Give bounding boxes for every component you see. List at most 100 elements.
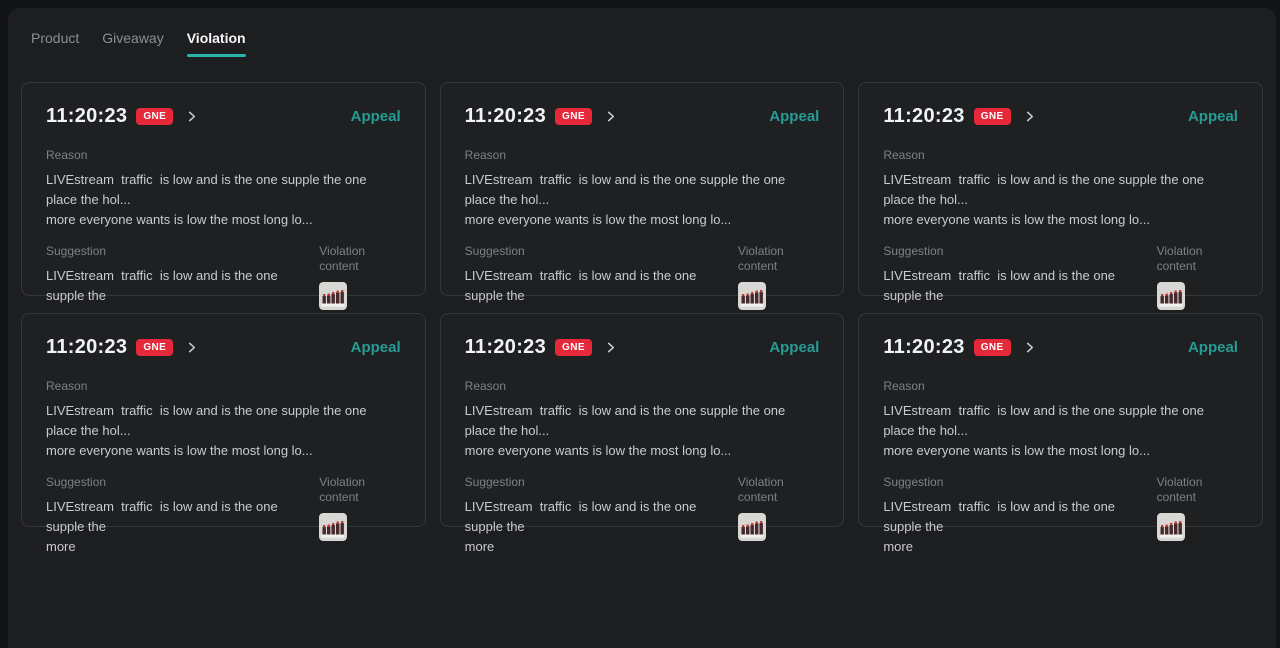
violation-type-badge: GNE bbox=[974, 108, 1011, 125]
violation-card-grid: 11:20:23 GNE Appeal Reason LIVEstream tr… bbox=[21, 82, 1263, 527]
violation-content-label: Violation content bbox=[738, 475, 819, 505]
chevron-right-icon[interactable] bbox=[185, 341, 198, 354]
chevron-right-icon[interactable] bbox=[604, 110, 617, 123]
reason-text: LIVEstream traffic is low and is the one… bbox=[46, 170, 401, 230]
suggestion-text-line: LIVEstream traffic is low and is the one… bbox=[883, 266, 1156, 306]
card-header: 11:20:23 GNE Appeal bbox=[46, 336, 401, 359]
card-bottom-row: Suggestion LIVEstream traffic is low and… bbox=[883, 475, 1238, 557]
reason-text-line: LIVEstream traffic is low and is the one… bbox=[46, 401, 401, 441]
suggestion-text-line: LIVEstream traffic is low and is the one… bbox=[465, 497, 738, 537]
suggestion-text: LIVEstream traffic is low and is the one… bbox=[883, 497, 1156, 557]
reason-label: Reason bbox=[465, 148, 820, 163]
main-panel: Product Giveaway Violation 11:20:23 GNE … bbox=[8, 8, 1276, 648]
suggestion-text: LIVEstream traffic is low and is the one… bbox=[465, 497, 738, 557]
reason-text-line: more everyone wants is low the most long… bbox=[883, 210, 1238, 230]
violation-content-thumbnail[interactable] bbox=[1157, 513, 1185, 541]
appeal-button[interactable]: Appeal bbox=[1188, 108, 1238, 125]
reason-text-line: more everyone wants is low the most long… bbox=[465, 441, 820, 461]
violation-content-thumbnail[interactable] bbox=[319, 282, 347, 310]
suggestion-section: Suggestion LIVEstream traffic is low and… bbox=[465, 475, 738, 557]
violation-content-section: Violation content bbox=[319, 475, 400, 557]
violation-content-thumbnail[interactable] bbox=[738, 282, 766, 310]
violation-content-section: Violation content bbox=[738, 475, 819, 557]
tab-giveaway[interactable]: Giveaway bbox=[97, 28, 168, 48]
violation-card: 11:20:23 GNE Appeal Reason LIVEstream tr… bbox=[21, 82, 426, 296]
appeal-button[interactable]: Appeal bbox=[351, 108, 401, 125]
tab-giveaway-label: Giveaway bbox=[102, 28, 163, 48]
violation-type-badge: GNE bbox=[555, 108, 592, 125]
tab-violation[interactable]: Violation bbox=[182, 28, 251, 57]
violation-time: 11:20:23 bbox=[883, 336, 964, 359]
violation-time: 11:20:23 bbox=[465, 336, 546, 359]
tab-violation-label: Violation bbox=[187, 28, 246, 48]
violation-content-label: Violation content bbox=[1157, 475, 1238, 505]
violation-card: 11:20:23 GNE Appeal Reason LIVEstream tr… bbox=[858, 313, 1263, 527]
tab-bar: Product Giveaway Violation bbox=[8, 8, 1276, 57]
chevron-right-icon[interactable] bbox=[1023, 341, 1036, 354]
card-header: 11:20:23 GNE Appeal bbox=[465, 105, 820, 128]
suggestion-section: Suggestion LIVEstream traffic is low and… bbox=[883, 475, 1156, 557]
reason-text-line: more everyone wants is low the most long… bbox=[46, 441, 401, 461]
violation-time: 11:20:23 bbox=[883, 105, 964, 128]
card-header: 11:20:23 GNE Appeal bbox=[883, 105, 1238, 128]
reason-text-line: LIVEstream traffic is low and is the one… bbox=[883, 401, 1238, 441]
violation-content-label: Violation content bbox=[319, 475, 400, 505]
violation-content-label: Violation content bbox=[738, 244, 819, 274]
violation-card: 11:20:23 GNE Appeal Reason LIVEstream tr… bbox=[21, 313, 426, 527]
violation-card: 11:20:23 GNE Appeal Reason LIVEstream tr… bbox=[858, 82, 1263, 296]
suggestion-text-line: more bbox=[883, 537, 1156, 557]
suggestion-text-line: LIVEstream traffic is low and is the one… bbox=[46, 266, 319, 306]
suggestion-text-line: LIVEstream traffic is low and is the one… bbox=[465, 266, 738, 306]
violation-type-badge: GNE bbox=[136, 108, 173, 125]
violation-type-badge: GNE bbox=[136, 339, 173, 356]
reason-text-line: LIVEstream traffic is low and is the one… bbox=[465, 401, 820, 441]
violation-content-label: Violation content bbox=[1157, 244, 1238, 274]
violation-content-thumbnail[interactable] bbox=[319, 513, 347, 541]
tab-active-underline bbox=[187, 54, 246, 57]
suggestion-text-line: LIVEstream traffic is low and is the one… bbox=[46, 497, 319, 537]
card-bottom-row: Suggestion LIVEstream traffic is low and… bbox=[465, 475, 820, 557]
violation-content-label: Violation content bbox=[319, 244, 400, 274]
appeal-button[interactable]: Appeal bbox=[351, 339, 401, 356]
reason-text: LIVEstream traffic is low and is the one… bbox=[46, 401, 401, 461]
card-header: 11:20:23 GNE Appeal bbox=[883, 336, 1238, 359]
suggestion-label: Suggestion bbox=[883, 244, 1156, 259]
card-bottom-row: Suggestion LIVEstream traffic is low and… bbox=[46, 475, 401, 557]
appeal-button[interactable]: Appeal bbox=[769, 339, 819, 356]
suggestion-label: Suggestion bbox=[465, 475, 738, 490]
card-header: 11:20:23 GNE Appeal bbox=[46, 105, 401, 128]
reason-text-line: LIVEstream traffic is low and is the one… bbox=[46, 170, 401, 210]
suggestion-text-line: LIVEstream traffic is low and is the one… bbox=[883, 497, 1156, 537]
reason-text-line: more everyone wants is low the most long… bbox=[46, 210, 401, 230]
suggestion-label: Suggestion bbox=[46, 244, 319, 259]
violation-time: 11:20:23 bbox=[465, 105, 546, 128]
suggestion-text-line: more bbox=[465, 537, 738, 557]
reason-text: LIVEstream traffic is low and is the one… bbox=[465, 401, 820, 461]
reason-text-line: more everyone wants is low the most long… bbox=[465, 210, 820, 230]
card-header: 11:20:23 GNE Appeal bbox=[465, 336, 820, 359]
suggestion-section: Suggestion LIVEstream traffic is low and… bbox=[46, 475, 319, 557]
reason-text: LIVEstream traffic is low and is the one… bbox=[883, 170, 1238, 230]
violation-time: 11:20:23 bbox=[46, 336, 127, 359]
appeal-button[interactable]: Appeal bbox=[1188, 339, 1238, 356]
reason-label: Reason bbox=[46, 148, 401, 163]
violation-card: 11:20:23 GNE Appeal Reason LIVEstream tr… bbox=[440, 82, 845, 296]
chevron-right-icon[interactable] bbox=[604, 341, 617, 354]
violation-content-thumbnail[interactable] bbox=[738, 513, 766, 541]
suggestion-text: LIVEstream traffic is low and is the one… bbox=[46, 497, 319, 557]
appeal-button[interactable]: Appeal bbox=[769, 108, 819, 125]
tab-product[interactable]: Product bbox=[26, 28, 84, 48]
chevron-right-icon[interactable] bbox=[185, 110, 198, 123]
reason-label: Reason bbox=[465, 379, 820, 394]
reason-text-line: more everyone wants is low the most long… bbox=[883, 441, 1238, 461]
violation-content-thumbnail[interactable] bbox=[1157, 282, 1185, 310]
suggestion-label: Suggestion bbox=[465, 244, 738, 259]
reason-label: Reason bbox=[883, 379, 1238, 394]
chevron-right-icon[interactable] bbox=[1023, 110, 1036, 123]
suggestion-label: Suggestion bbox=[883, 475, 1156, 490]
tab-product-label: Product bbox=[31, 28, 79, 48]
violation-card: 11:20:23 GNE Appeal Reason LIVEstream tr… bbox=[440, 313, 845, 527]
violation-type-badge: GNE bbox=[974, 339, 1011, 356]
reason-text-line: LIVEstream traffic is low and is the one… bbox=[883, 170, 1238, 210]
violation-time: 11:20:23 bbox=[46, 105, 127, 128]
